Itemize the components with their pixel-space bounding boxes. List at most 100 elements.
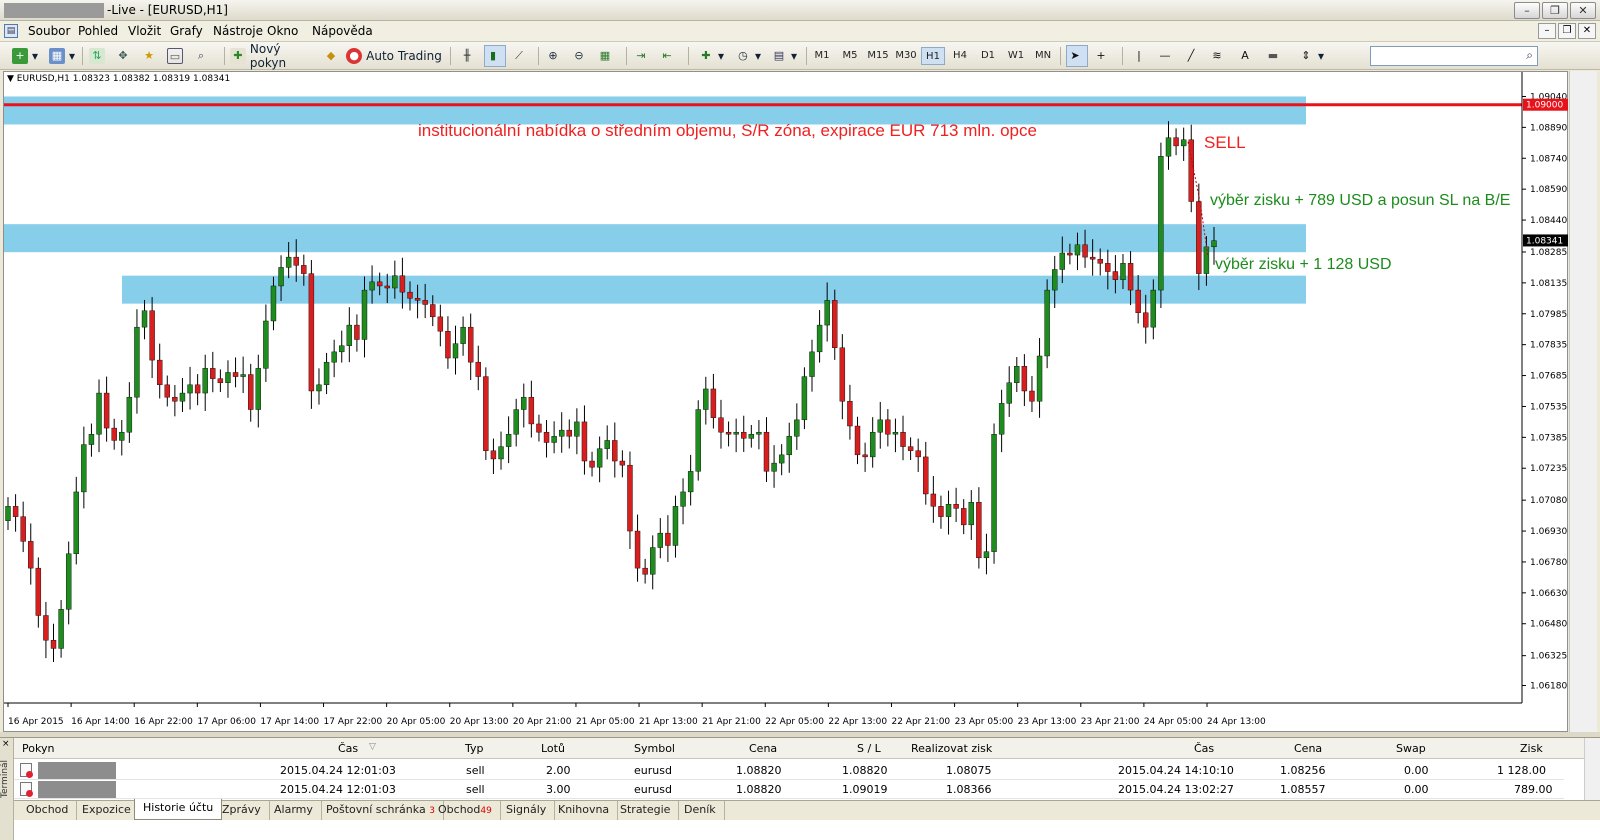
arrows-tool-button[interactable]: ⇕ ▾ (1294, 45, 1328, 67)
channel-button[interactable]: ≋ (1208, 45, 1230, 67)
table-row[interactable]: 2015.04.24 12:01:03 sell 3.00 eurusd 1.0… (14, 780, 1564, 799)
bear-candle-body (437, 316, 444, 332)
bear-candle-body (710, 388, 717, 418)
column-lots[interactable]: Lotů (541, 742, 565, 755)
terminal-button[interactable]: ▭ (166, 45, 188, 67)
table-row[interactable]: 2015.04.24 12:01:03 sell 2.00 eurusd 1.0… (14, 761, 1564, 780)
bull-candle-body (794, 419, 800, 437)
tab-news[interactable]: Zprávy (214, 801, 270, 820)
timeframe-d1[interactable]: D1 (976, 47, 1000, 65)
column-type[interactable]: Typ (465, 742, 484, 755)
timeframe-m30[interactable]: M30 (894, 47, 918, 65)
window-icon: ▭ (167, 48, 183, 64)
cursor-tool-button[interactable]: ➤ (1066, 45, 1088, 67)
new-chart-button[interactable]: + ▾ (8, 45, 42, 67)
column-swap[interactable]: Swap (1396, 742, 1426, 755)
chart-shift-button[interactable]: ⇤ (658, 45, 680, 67)
right-scrollbar[interactable] (1569, 71, 1597, 732)
line-chart-button[interactable]: ⟋ (510, 45, 532, 67)
text-tool-button[interactable]: A (1236, 45, 1258, 67)
app-icon[interactable]: ▤ (4, 24, 18, 38)
templates-button[interactable]: ▤ ▾ (768, 45, 800, 67)
timeframe-h1[interactable]: H1 (921, 47, 945, 65)
data-window-button[interactable]: ✥ (114, 45, 136, 67)
search-icon[interactable]: ⌕ (1526, 48, 1533, 63)
tab-label: Signály (506, 803, 547, 816)
tab-code-base[interactable]: Knihovna (550, 801, 619, 820)
chart-minimize-button[interactable]: – (1538, 23, 1556, 39)
crosshair-move-icon: ✥ (118, 49, 128, 62)
column-price[interactable]: Cena (749, 742, 777, 755)
tab-exposure[interactable]: Expozice (74, 801, 140, 820)
column-close-price[interactable]: Cena (1294, 742, 1322, 755)
timeframe-mn[interactable]: MN (1031, 47, 1055, 65)
menu-view[interactable]: Pohled (78, 24, 118, 38)
candlestick-chart[interactable]: institucionální nabídka o středním objem… (4, 72, 1569, 733)
bar-chart-button[interactable]: ╫ (458, 45, 480, 67)
column-sl[interactable]: S / L (857, 742, 881, 755)
tab-journal[interactable]: Deník (676, 801, 725, 820)
horizontal-line-button[interactable]: — (1156, 45, 1178, 67)
tab-label: Alarmy (274, 803, 313, 816)
timeframe-m15[interactable]: M15 (866, 47, 890, 65)
tab-signals[interactable]: Signály (498, 801, 556, 820)
menu-charts[interactable]: Grafy (170, 24, 203, 38)
market-watch-button[interactable]: ⇅ (88, 45, 110, 67)
label-tool-button[interactable]: ▬ (1264, 45, 1286, 67)
search-input[interactable]: ⌕ (1370, 46, 1538, 66)
tab-mailbox[interactable]: Poštovní schránka 3 (318, 801, 444, 820)
minimize-button[interactable]: – (1514, 2, 1540, 19)
chart-window[interactable]: institucionální nabídka o středním objem… (3, 71, 1568, 732)
terminal-scrollbar[interactable] (1584, 738, 1600, 800)
column-profit[interactable]: Zisk (1520, 742, 1543, 755)
zoom-out-button[interactable]: ⊖ (570, 45, 592, 67)
bear-candle-body (301, 265, 307, 274)
menu-insert[interactable]: Vložit (128, 24, 161, 38)
column-close-time[interactable]: Čas (1194, 742, 1214, 755)
periods-button[interactable]: ◷ ▾ (732, 45, 764, 67)
chart-close-button[interactable]: ✕ (1578, 23, 1596, 39)
chart-menu-icon[interactable]: ▼ (7, 74, 14, 84)
bear-candle-body (445, 331, 451, 359)
tab-market[interactable]: Obchod49 (430, 801, 501, 820)
tile-windows-button[interactable]: ▦ (596, 45, 618, 67)
tab-alerts[interactable]: Alarmy (266, 801, 322, 820)
profiles-button[interactable]: ▦ ▾ (46, 45, 78, 67)
column-tp[interactable]: Realizovat zisk (911, 742, 992, 755)
menu-tools[interactable]: Nástroje (213, 24, 263, 38)
tab-trade[interactable]: Obchod (18, 801, 78, 820)
timeframe-w1[interactable]: W1 (1004, 47, 1028, 65)
auto-trading-button[interactable]: ● Auto Trading (346, 45, 442, 67)
chart-restore-button[interactable]: ❐ (1558, 23, 1576, 39)
zoom-in-button[interactable]: ⊕ (544, 45, 566, 67)
menu-window[interactable]: Okno (267, 24, 298, 38)
maximize-button[interactable]: ❐ (1542, 2, 1568, 19)
candlestick-chart-button[interactable]: ▮ (484, 45, 506, 67)
column-symbol[interactable]: Symbol (634, 742, 675, 755)
navigator-button[interactable]: ★ (140, 45, 162, 67)
tab-account-history[interactable]: Historie účtu (134, 799, 223, 820)
price-tick-label: 1.06325 (1530, 652, 1567, 662)
autoscroll-button[interactable]: ⇥ (632, 45, 654, 67)
timeframe-h4[interactable]: H4 (948, 47, 972, 65)
indicators-button[interactable]: ✚ ▾ (694, 45, 728, 67)
timeframe-m1[interactable]: M1 (810, 47, 834, 65)
column-time[interactable]: Čas (338, 742, 358, 755)
new-order-button[interactable]: ✚ Nový pokyn (230, 42, 320, 70)
tab-experts[interactable]: Strategie (612, 801, 680, 820)
price-tick-label: 1.07080 (1530, 496, 1567, 506)
close-button[interactable]: ✕ (1570, 2, 1596, 19)
trend-line-button[interactable]: ╱ (1182, 45, 1204, 67)
menu-help[interactable]: Nápověda (312, 24, 373, 38)
tester-button[interactable]: ⌕ (192, 45, 214, 67)
meta-editor-button[interactable]: ◆ (322, 45, 344, 67)
price-tick-label: 1.08740 (1530, 154, 1567, 164)
timeframe-m5[interactable]: M5 (838, 47, 862, 65)
cell-profit: 1 128.00 (1497, 764, 1546, 777)
terminal-close-icon[interactable]: × (2, 739, 10, 749)
column-order[interactable]: Pokyn (22, 742, 54, 755)
vertical-line-button[interactable]: | (1130, 45, 1152, 67)
menu-file[interactable]: Soubor (28, 24, 70, 38)
bull-candle-body (824, 300, 830, 326)
crosshair-tool-button[interactable]: + (1092, 45, 1114, 67)
